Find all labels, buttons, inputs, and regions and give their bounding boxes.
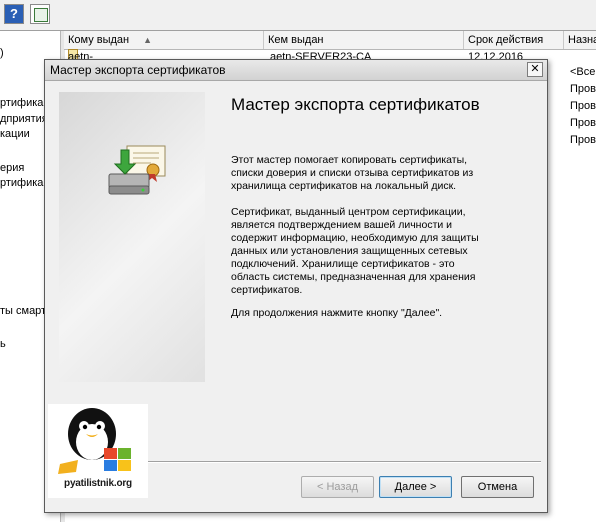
purpose-cell: Прове bbox=[570, 117, 596, 129]
tree-item[interactable]: ) bbox=[0, 47, 4, 59]
certificate-info-paragraph: Сертификат, выданный центром сертификаци… bbox=[231, 206, 479, 296]
logo-text: pyatilistnik.org bbox=[64, 478, 132, 489]
intro-paragraph: Этот мастер помогает копировать сертифик… bbox=[231, 154, 474, 192]
purpose-cell: <Все bbox=[570, 66, 596, 78]
purpose-cell: Прове bbox=[570, 83, 596, 95]
column-header-issued-to[interactable]: Кому выдан ▲ bbox=[64, 31, 264, 49]
continue-instruction: Для продолжения нажмите кнопку "Далее". bbox=[231, 307, 443, 319]
show-hide-pane-icon[interactable] bbox=[30, 4, 50, 24]
tree-item[interactable]: ерия bbox=[0, 162, 24, 174]
list-header: Кому выдан ▲ Кем выдан Срок действия Назн… bbox=[64, 31, 596, 50]
site-logo: pyatilistnik.org bbox=[48, 404, 148, 498]
tree-item[interactable]: дприятия bbox=[0, 113, 48, 125]
sort-ascending-icon: ▲ bbox=[143, 35, 153, 45]
tree-item[interactable]: кации bbox=[0, 128, 30, 140]
penguin-windows-logo bbox=[58, 408, 131, 474]
wizard-heading: Мастер экспорта сертификатов bbox=[231, 95, 480, 114]
purpose-cell: Прове bbox=[570, 134, 596, 146]
next-button[interactable]: Далее > bbox=[379, 476, 452, 498]
tree-item[interactable]: ь bbox=[0, 338, 6, 350]
certificate-export-icon bbox=[108, 145, 166, 195]
wizard-side-panel bbox=[59, 92, 205, 382]
column-header-purpose[interactable]: Назна bbox=[564, 31, 596, 49]
column-header-expiration[interactable]: Срок действия bbox=[464, 31, 564, 49]
dialog-title: Мастер экспорта сертификатов bbox=[50, 63, 226, 77]
close-button[interactable]: ✕ bbox=[527, 62, 543, 77]
column-label: Кому выдан bbox=[68, 34, 130, 46]
close-icon: ✕ bbox=[530, 63, 540, 75]
back-button[interactable]: < Назад bbox=[301, 476, 374, 498]
help-icon[interactable]: ? bbox=[4, 4, 24, 24]
purpose-cell: Прове bbox=[570, 100, 596, 112]
dialog-titlebar[interactable]: Мастер экспорта сертификатов ✕ bbox=[45, 60, 547, 81]
column-header-issued-by[interactable]: Кем выдан bbox=[264, 31, 464, 49]
cancel-button[interactable]: Отмена bbox=[461, 476, 534, 498]
tree-item[interactable]: ты смарт bbox=[0, 305, 46, 317]
toolbar: ? bbox=[0, 0, 596, 31]
